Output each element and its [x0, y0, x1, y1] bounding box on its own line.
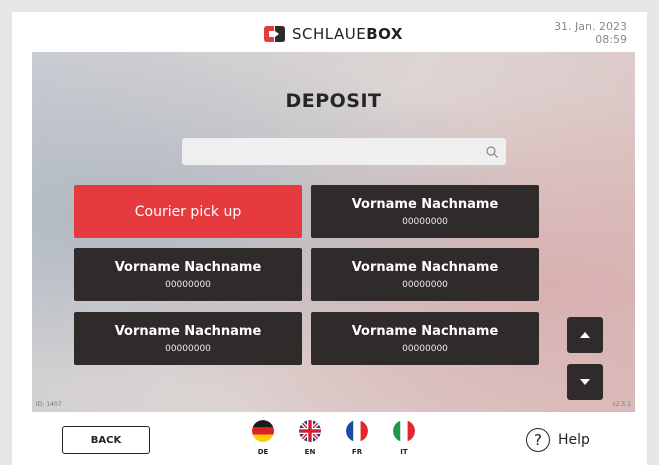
back-button[interactable]: BACK — [62, 426, 150, 454]
time-text: 08:59 — [595, 33, 627, 46]
courier-pickup-label: Courier pick up — [134, 203, 242, 220]
france-flag-icon — [346, 420, 368, 442]
language-code: FR — [351, 448, 363, 456]
recipient-button[interactable]: Vorname Nachname 00000000 — [74, 248, 302, 301]
recipient-button[interactable]: Vorname Nachname 00000000 — [311, 185, 539, 238]
brand-name: SCHLAUEBOX — [292, 25, 403, 43]
recipient-number: 00000000 — [402, 216, 448, 227]
recipient-button[interactable]: Vorname Nachname 00000000 — [74, 312, 302, 365]
uk-flag-icon — [299, 420, 321, 442]
recipient-number: 00000000 — [165, 343, 211, 354]
recipient-button[interactable]: Vorname Nachname 00000000 — [311, 248, 539, 301]
date-text: 31. Jan. 2023 — [554, 20, 627, 33]
terminal-id: ID: 1407 — [36, 401, 62, 408]
footer: BACK DE EN FR IT ? Help — [12, 412, 647, 465]
search-input[interactable] — [182, 138, 506, 165]
germany-flag-icon — [252, 420, 274, 442]
courier-pickup-button[interactable]: Courier pick up — [74, 185, 302, 238]
recipient-name: Vorname Nachname — [351, 259, 499, 275]
brand-logo: SCHLAUEBOX — [264, 24, 403, 44]
help-button[interactable]: ? Help — [526, 428, 590, 452]
recipient-number: 00000000 — [402, 343, 448, 354]
kiosk-screen: SCHLAUEBOX 31. Jan. 2023 08:59 DEPOSIT C… — [12, 12, 647, 465]
recipient-name: Vorname Nachname — [351, 196, 499, 212]
language-en-button[interactable]: EN — [297, 420, 323, 456]
recipient-number: 00000000 — [165, 279, 211, 290]
page-title: DEPOSIT — [285, 90, 382, 112]
main-panel: DEPOSIT Courier pick up Vorname Nachname… — [32, 52, 635, 412]
language-code: IT — [400, 448, 408, 456]
arrow-down-icon — [580, 379, 590, 385]
scroll-up-button[interactable] — [567, 317, 603, 353]
recipient-name: Vorname Nachname — [114, 259, 262, 275]
logo-icon — [264, 26, 285, 42]
language-code: EN — [304, 448, 316, 456]
recipient-button[interactable]: Vorname Nachname 00000000 — [311, 312, 539, 365]
recipient-name: Vorname Nachname — [351, 323, 499, 339]
language-de-button[interactable]: DE — [250, 420, 276, 456]
italy-flag-icon — [393, 420, 415, 442]
version-label: v2.5.1 — [612, 401, 631, 408]
search-icon[interactable] — [485, 145, 499, 159]
recipient-name: Vorname Nachname — [114, 323, 262, 339]
scroll-down-button[interactable] — [567, 364, 603, 400]
language-it-button[interactable]: IT — [391, 420, 417, 456]
recipient-number: 00000000 — [402, 279, 448, 290]
language-fr-button[interactable]: FR — [344, 420, 370, 456]
help-label: Help — [558, 432, 590, 448]
arrow-up-icon — [580, 332, 590, 338]
question-mark-icon: ? — [526, 428, 550, 452]
language-code: DE — [257, 448, 269, 456]
header: SCHLAUEBOX 31. Jan. 2023 08:59 — [12, 12, 647, 54]
datetime: 31. Jan. 2023 08:59 — [554, 20, 627, 46]
